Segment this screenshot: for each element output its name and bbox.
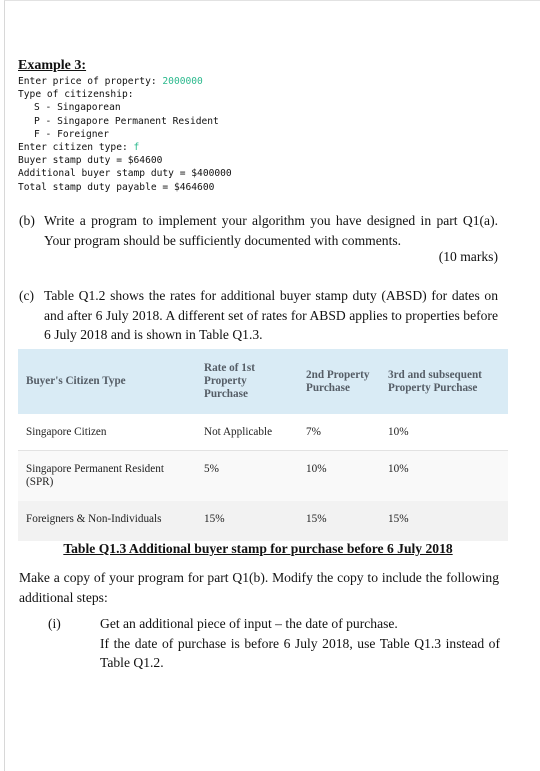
step-label: (i) xyxy=(48,616,61,631)
console-line-additional-duty: Additional buyer stamp duty = $400000 xyxy=(18,168,232,180)
step-line: If the date of purchase is before 6 July… xyxy=(100,635,500,671)
example-block: Example 3: Enter price of property: 2000… xyxy=(18,58,232,194)
table-row: Foreigners & Non-Individuals 15% 15% 15% xyxy=(18,501,508,541)
table-row: Singapore Permanent Resident (SPR) 5% 10… xyxy=(18,450,508,501)
cell-second-rate: 10% xyxy=(298,450,380,501)
console-option: S - Singaporean xyxy=(34,102,121,114)
console-line-type: Enter citizen type: f xyxy=(18,141,232,154)
header-third-property: 3rd and subsequent Property Purchase xyxy=(380,349,508,414)
part-c-text: Table Q1.2 shows the rates for additiona… xyxy=(44,288,498,343)
cell-third-rate: 15% xyxy=(380,501,508,541)
header-citizen-type: Buyer's Citizen Type xyxy=(18,349,196,414)
cell-citizen-type: Singapore Permanent Resident (SPR) xyxy=(18,450,196,501)
cell-third-rate: 10% xyxy=(380,414,508,451)
type-prompt: Enter citizen type: xyxy=(18,142,134,154)
console-option: P - Singapore Permanent Resident xyxy=(34,115,219,127)
instructions-text: Make a copy of your program for part Q1(… xyxy=(19,570,499,605)
header-second-property: 2nd Property Purchase xyxy=(298,349,380,414)
console-option: F - Foreigner xyxy=(34,128,110,140)
table-header-row: Buyer's Citizen Type Rate of 1st Propert… xyxy=(18,349,508,414)
price-input-value: 2000000 xyxy=(162,76,203,87)
price-prompt: Enter price of property: xyxy=(18,76,163,87)
cell-citizen-type: Singapore Citizen xyxy=(18,414,196,451)
console-line-price: Enter price of property: 2000000 xyxy=(18,75,232,88)
example-title: Example 3: xyxy=(18,58,87,73)
console-output: Enter price of property: 2000000 Type of … xyxy=(18,75,232,194)
step-line: Get an additional piece of input – the d… xyxy=(100,616,398,631)
table-row: Singapore Citizen Not Applicable 7% 10% xyxy=(18,414,508,451)
cell-third-rate: 10% xyxy=(380,450,508,501)
part-b-marks: (10 marks) xyxy=(438,249,498,264)
console-line-total: Total stamp duty payable = $464600 xyxy=(18,181,215,193)
cell-first-rate: 15% xyxy=(196,501,298,541)
cell-second-rate: 7% xyxy=(298,414,380,451)
cell-first-rate: Not Applicable xyxy=(196,414,298,451)
step-text: Get an additional piece of input – the d… xyxy=(100,614,500,673)
table-caption: Table Q1.3 Additional buyer stamp for pu… xyxy=(63,541,453,556)
console-line-buyer-duty: Buyer stamp duty = $64600 xyxy=(18,155,163,167)
cell-citizen-type: Foreigners & Non-Individuals xyxy=(18,501,196,541)
part-c-label: (c) xyxy=(19,288,35,303)
cell-second-rate: 15% xyxy=(298,501,380,541)
cell-first-rate: 5% xyxy=(196,450,298,501)
absd-rates-table: Buyer's Citizen Type Rate of 1st Propert… xyxy=(18,349,508,541)
type-input-value: f xyxy=(133,142,140,154)
part-b-text: Write a program to implement your algori… xyxy=(44,213,498,248)
console-line-citizenship-heading: Type of citizenship: xyxy=(18,89,134,101)
part-b-label: (b) xyxy=(19,213,35,228)
header-first-property: Rate of 1st Property Purchase xyxy=(196,349,298,414)
